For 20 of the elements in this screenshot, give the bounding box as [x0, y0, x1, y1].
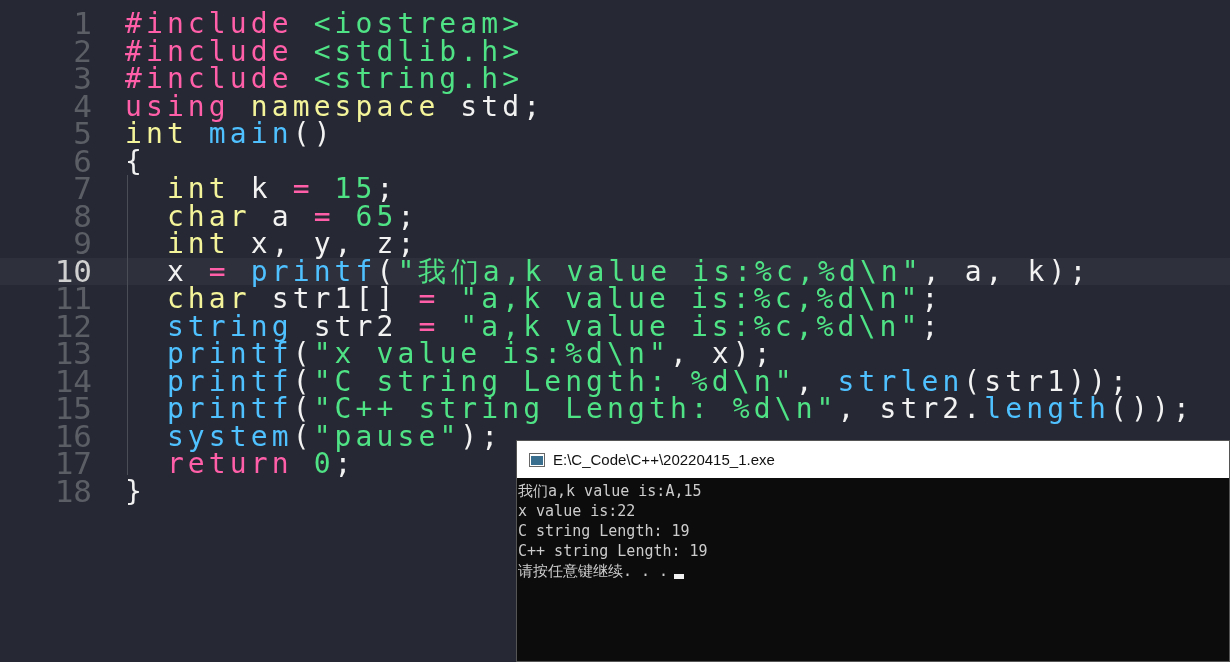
line-number: 10	[53, 257, 92, 285]
code-line: printf("C++ string Length: %d\n", str2.length());	[165, 395, 1194, 423]
code-line: #include <stdlib.h>	[125, 37, 524, 65]
code-line: }	[125, 477, 146, 505]
console-text: 我们a,k value is:A,15	[518, 481, 702, 501]
code-line: {	[125, 147, 146, 175]
code-line: #include <iostream>	[125, 10, 524, 38]
code-line: printf("x value is:%d\n", x);	[165, 340, 775, 368]
console-text: 请按任意键继续. . .	[518, 561, 669, 581]
code-line: int x, y, z;	[165, 230, 419, 258]
console-text: x value is:22	[518, 502, 636, 520]
console-app-icon	[529, 452, 545, 467]
code-line: #include <string.h>	[125, 65, 524, 93]
code-line: string str2 = "a,k value is:%c,%d\n";	[165, 312, 943, 340]
console-text: C string Length: 19	[518, 522, 690, 540]
code-line: int k = 15;	[165, 175, 398, 203]
console-text: C++ string Length: 19	[518, 542, 708, 560]
code-line: int main()	[125, 120, 335, 148]
code-line: char a = 65;	[165, 202, 419, 230]
console-title: E:\C_Code\C++\20220415_1.exe	[553, 451, 775, 468]
